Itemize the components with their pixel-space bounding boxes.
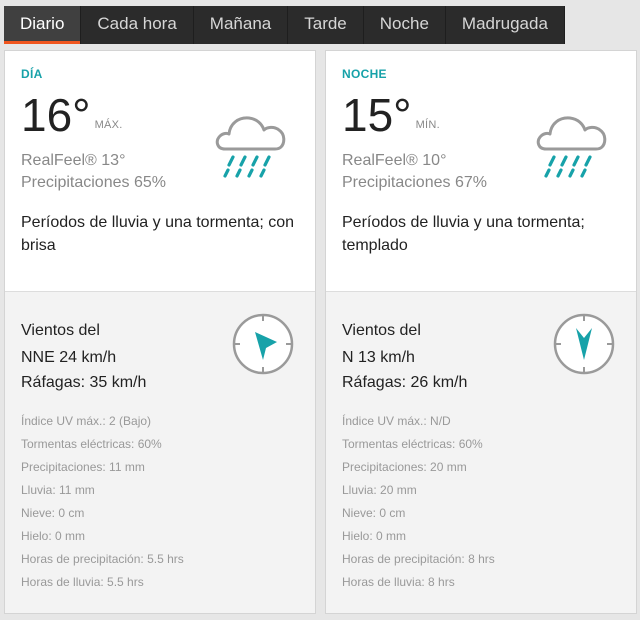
period-label: NOCHE <box>342 67 387 81</box>
hours-of-precipitation: Horas de precipitación: 8 hrs <box>342 552 495 566</box>
uv-index: Índice UV máx.: N/D <box>342 414 451 428</box>
forecast-phrase: Períodos de lluvia y una tormenta; con b… <box>21 214 295 254</box>
tab-diario[interactable]: Diario <box>4 6 82 44</box>
detail-list: Índice UV máx.: 2 (Bajo) Tormentas eléct… <box>21 412 184 596</box>
cloud-rain-icon <box>215 116 286 178</box>
thunderstorm-probability: Tormentas eléctricas: 60% <box>342 437 483 451</box>
day-summary: DÍA 16° MÁX. RealFeel® 13° Precipitacion… <box>5 51 315 291</box>
wind-speed: NNE 24 km/h <box>21 349 117 366</box>
realfeel-temperature: RealFeel® 13° <box>21 152 126 169</box>
period-tabs: Diario Cada hora Mañana Tarde Noche Madr… <box>4 6 565 44</box>
period-tabs-bar: Diario Cada hora Mañana Tarde Noche Madr… <box>0 0 640 44</box>
thunderstorm-probability: Tormentas eléctricas: 60% <box>21 437 162 451</box>
rain-amount: Lluvia: 20 mm <box>342 483 417 497</box>
tab-manana[interactable]: Mañana <box>194 6 289 44</box>
wind-direction-compass-icon <box>232 313 294 375</box>
snow-amount: Nieve: 0 cm <box>342 506 406 520</box>
day-details: Vientos del NNE 24 km/h Ráfagas: 35 km/h… <box>5 291 315 613</box>
night-summary: NOCHE 15° MÍN. RealFeel® 10° Precipitaci… <box>326 51 636 291</box>
day-forecast-card: DÍA 16° MÁX. RealFeel® 13° Precipitacion… <box>4 50 316 614</box>
uv-index: Índice UV máx.: 2 (Bajo) <box>21 414 152 428</box>
temperature-label: MÁX. <box>94 119 123 131</box>
precipitation-amount: Precipitaciones: 11 mm <box>21 460 145 474</box>
hours-of-rain: Horas de lluvia: 8 hrs <box>342 575 455 589</box>
wind-title: Vientos del <box>342 322 421 339</box>
rain-amount: Lluvia: 11 mm <box>21 483 95 497</box>
precipitation-probability: Precipitaciones 67% <box>342 174 487 191</box>
night-forecast-card: NOCHE 15° MÍN. RealFeel® 10° Precipitaci… <box>325 50 637 614</box>
temperature-value: 16° <box>21 89 91 141</box>
wind-gusts: Ráfagas: 35 km/h <box>21 374 147 391</box>
wind-gusts: Ráfagas: 26 km/h <box>342 374 468 391</box>
forecast-phrase: Períodos de lluvia y una tormenta; templ… <box>342 214 585 254</box>
tab-tarde[interactable]: Tarde <box>288 6 364 44</box>
temperature: 16° MÁX. <box>21 87 123 143</box>
wind-direction-compass-icon <box>553 313 615 375</box>
cloud-rain-icon <box>536 116 607 178</box>
period-label: DÍA <box>21 67 43 81</box>
tab-noche[interactable]: Noche <box>364 6 446 44</box>
tab-cada-hora[interactable]: Cada hora <box>81 6 194 44</box>
temperature: 15° MÍN. <box>342 87 440 143</box>
hours-of-rain: Horas de lluvia: 5.5 hrs <box>21 575 144 589</box>
wind-speed: N 13 km/h <box>342 349 415 366</box>
temperature-value: 15° <box>342 89 412 141</box>
realfeel-temperature: RealFeel® 10° <box>342 152 447 169</box>
detail-list: Índice UV máx.: N/D Tormentas eléctricas… <box>342 412 495 596</box>
ice-amount: Hielo: 0 mm <box>342 529 407 543</box>
temperature-label: MÍN. <box>415 119 440 131</box>
hours-of-precipitation: Horas de precipitación: 5.5 hrs <box>21 552 184 566</box>
ice-amount: Hielo: 0 mm <box>21 529 86 543</box>
tab-madrugada[interactable]: Madrugada <box>446 6 565 44</box>
precipitation-amount: Precipitaciones: 20 mm <box>342 460 467 474</box>
precipitation-probability: Precipitaciones 65% <box>21 174 166 191</box>
wind-title: Vientos del <box>21 322 100 339</box>
night-details: Vientos del N 13 km/h Ráfagas: 26 km/h Í… <box>326 291 636 613</box>
snow-amount: Nieve: 0 cm <box>21 506 85 520</box>
